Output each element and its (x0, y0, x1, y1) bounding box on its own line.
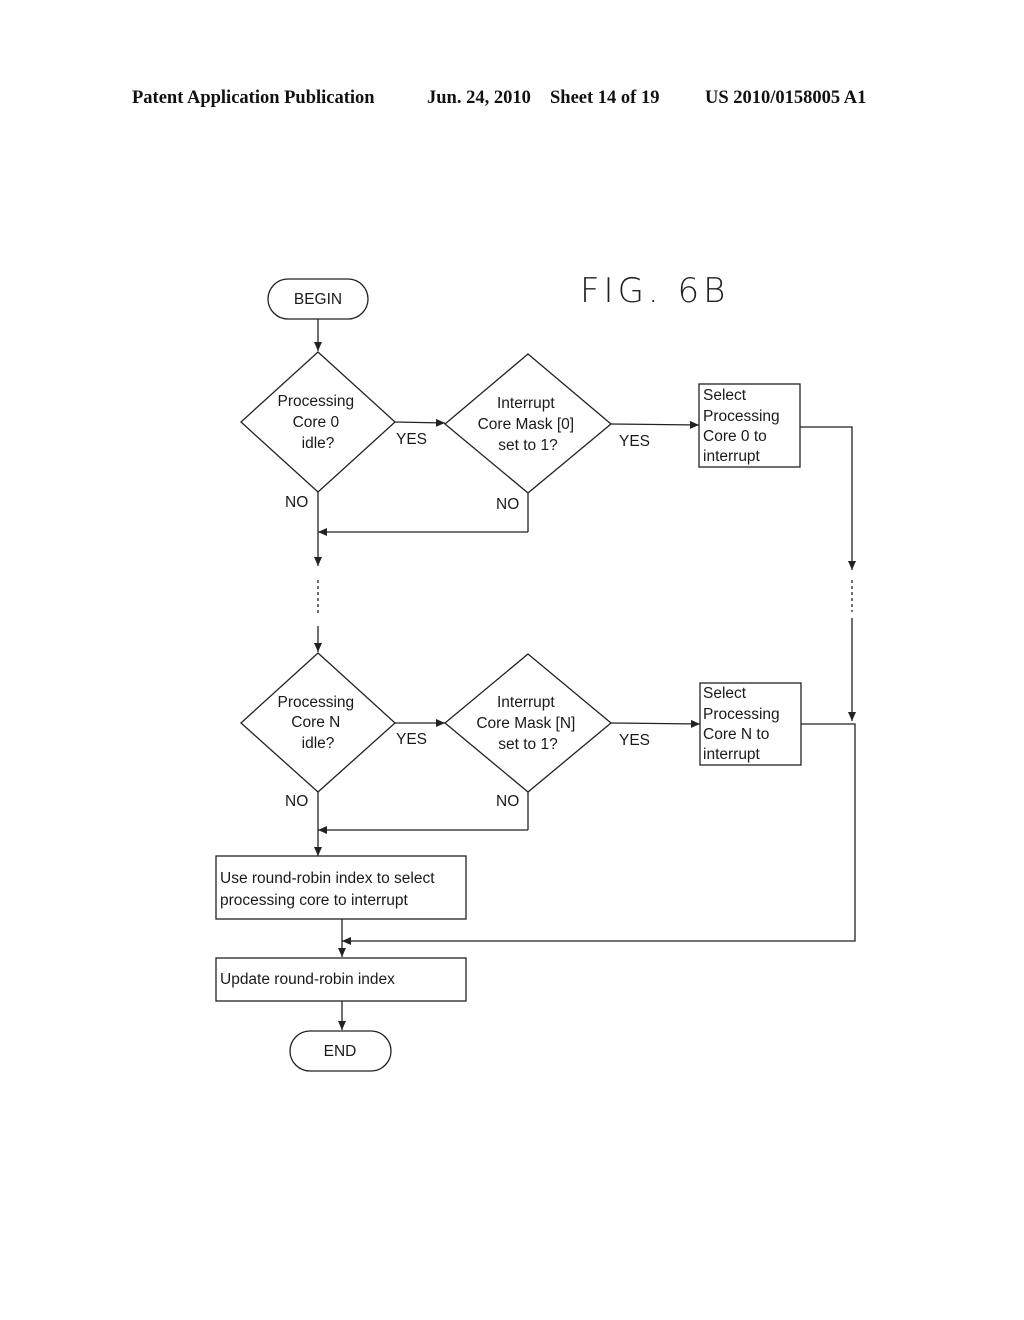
no-label-core0: NO (285, 494, 308, 511)
process-select-coreN: Select Processing Core N to interrupt (699, 682, 802, 766)
figure-label: FIG. 6B (580, 271, 729, 311)
begin-label: BEGIN (294, 291, 342, 308)
yes-label-mask0: YES (619, 433, 650, 450)
end-label: END (324, 1043, 357, 1060)
arrow-core0-yes (394, 418, 446, 427)
decision-coreN-idle: Processing Core N idle? (240, 652, 396, 793)
arrow-mask0-yes (610, 420, 700, 429)
process-round-robin-select: Use round-robin index to select processi… (215, 855, 467, 920)
begin-terminal: BEGIN (267, 278, 369, 320)
arrow-maskN-yes (610, 719, 701, 728)
no-label-mask0: NO (496, 496, 519, 513)
decision-core0-idle: Processing Core 0 idle? (240, 351, 396, 493)
yes-label-core0: YES (396, 431, 427, 448)
yes-label-maskN: YES (619, 732, 650, 749)
end-terminal: END (289, 1030, 392, 1072)
no-label-maskN: NO (496, 793, 519, 810)
yes-label-coreN: YES (396, 731, 427, 748)
process-select-core0: Select Processing Core 0 to interrupt (698, 383, 801, 468)
decision-mask0-set: Interrupt Core Mask [0] set to 1? (443, 353, 613, 494)
arrow-select-core0-down (800, 426, 856, 570)
process-update-index-text: Update round-robin index (220, 971, 395, 988)
no-label-coreN: NO (285, 793, 308, 810)
process-update-index: Update round-robin index (215, 957, 467, 1002)
flowchart: FIG. 6B BEGIN Processing Core 0 idle? YE… (215, 271, 856, 1072)
decision-maskN-set: Interrupt Core Mask [N] set to 1? (443, 653, 613, 793)
